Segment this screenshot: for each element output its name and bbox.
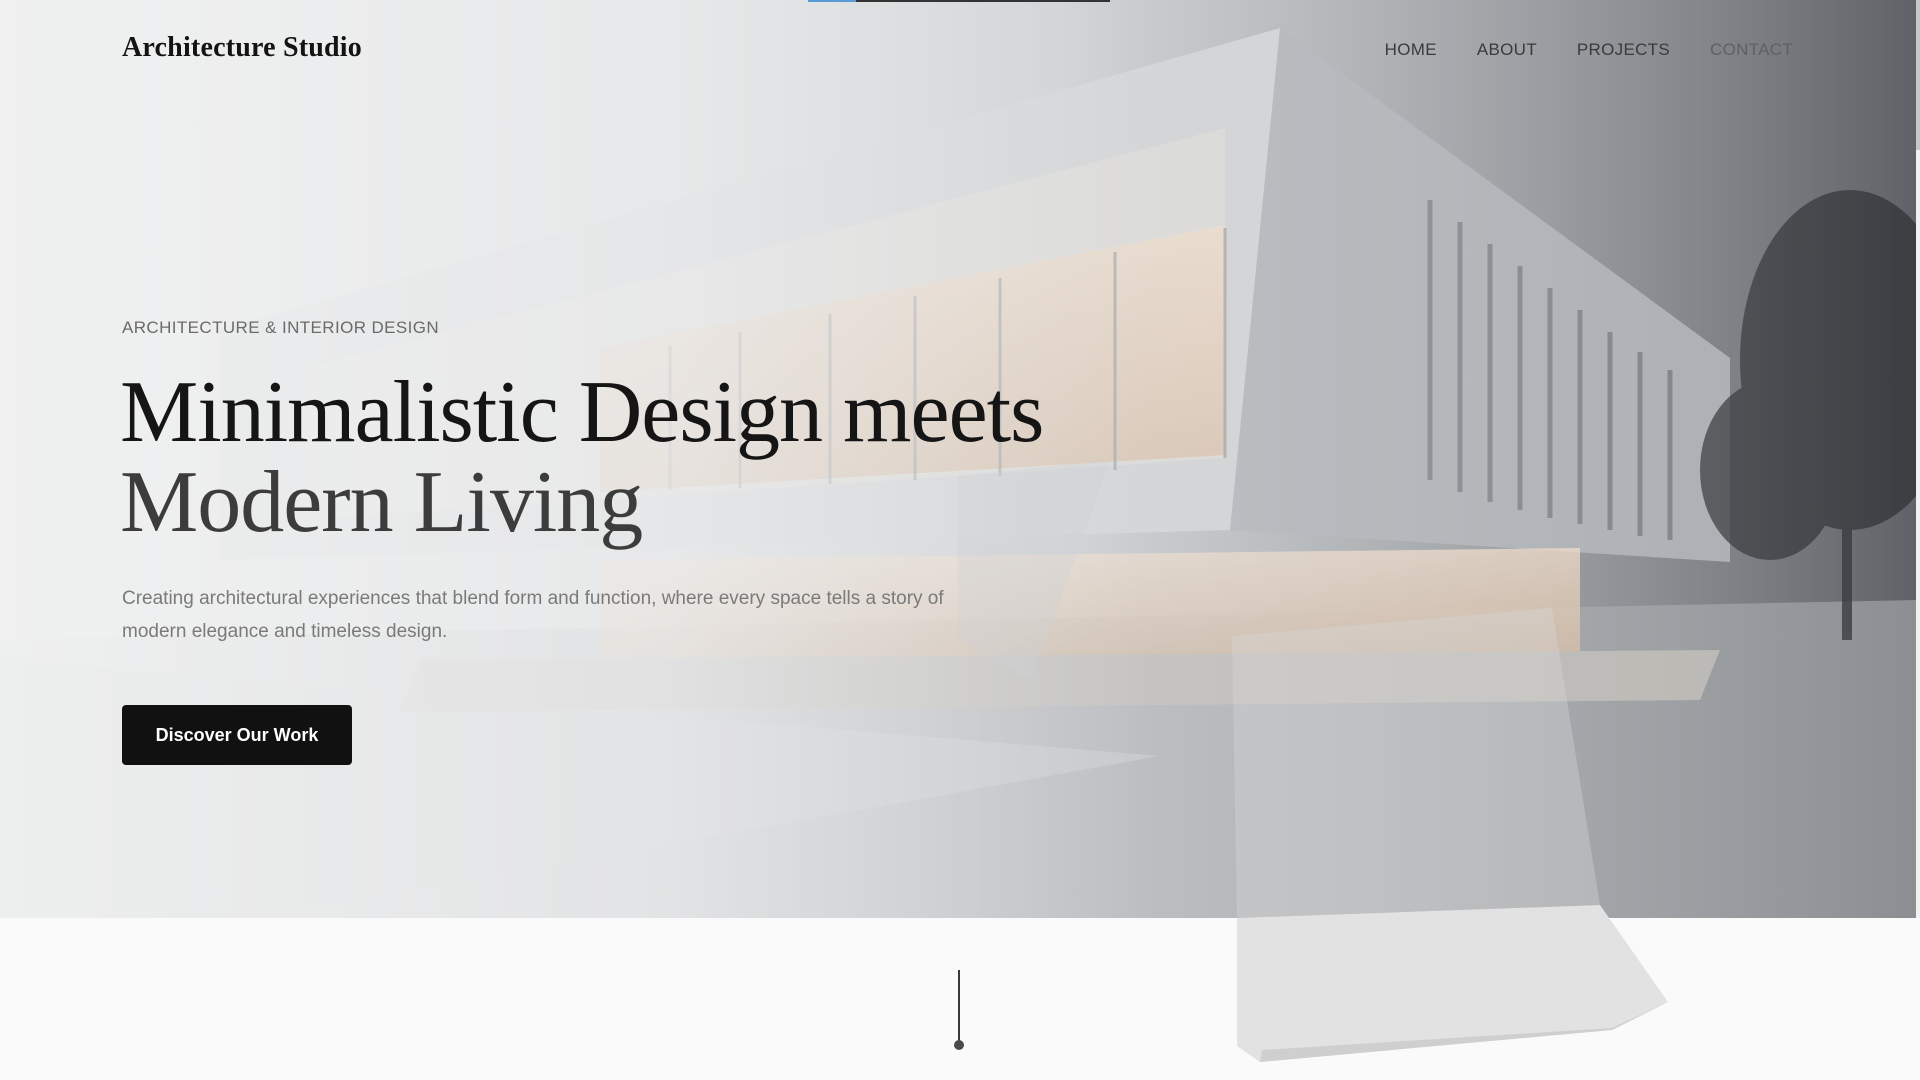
hero-kicker: ARCHITECTURE & INTERIOR DESIGN [122, 318, 440, 337]
main-nav: HOME ABOUT PROJECTS CONTACT [1385, 40, 1793, 60]
hero-headline-line2: Modern Living [120, 454, 643, 551]
nav-item-contact[interactable]: CONTACT [1710, 40, 1793, 60]
nav-item-home[interactable]: HOME [1385, 40, 1437, 60]
page-scrollbar[interactable] [1916, 0, 1920, 918]
nav-item-projects[interactable]: PROJECTS [1577, 40, 1670, 60]
page-scrollbar-thumb[interactable] [1916, 0, 1920, 150]
hero-headline: Minimalistic Design meets Modern Living [120, 368, 1044, 551]
scroll-indicator-line [958, 970, 960, 1042]
page-progress-bar [808, 0, 1110, 2]
scroll-indicator-dot [954, 1040, 964, 1050]
hero-headline-line1: Minimalistic Design meets [120, 364, 1044, 461]
hero-subtitle: Creating architectural experiences that … [122, 588, 944, 642]
nav-item-about[interactable]: ABOUT [1477, 40, 1537, 60]
brand-logo[interactable]: Architecture Studio [122, 32, 362, 64]
discover-work-button[interactable]: Discover Our Work [122, 705, 352, 765]
page-progress-fill [808, 0, 857, 2]
